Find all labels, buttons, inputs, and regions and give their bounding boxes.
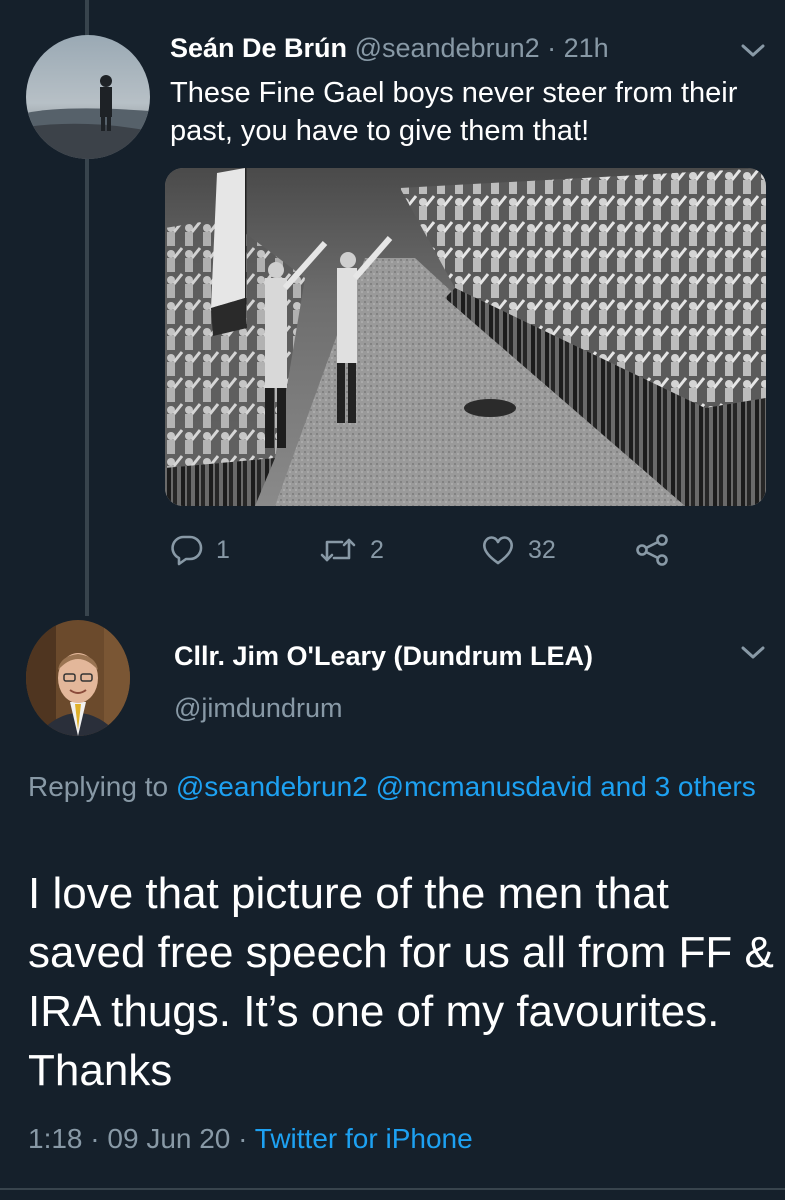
reply-icon [170, 533, 204, 567]
tweet2-separator-1: · [90, 1123, 100, 1154]
retweet-count: 2 [370, 535, 384, 564]
share-icon [634, 533, 670, 567]
reply-button[interactable]: 1 [170, 528, 230, 572]
divider [0, 1188, 785, 1190]
share-button[interactable] [634, 528, 670, 572]
tweet2-separator-2: · [238, 1123, 248, 1154]
tweet1-action-bar: 1 2 32 [170, 528, 730, 572]
thread-line-top [85, 0, 89, 38]
tweet2-author-name[interactable]: Cllr. Jim O'Leary (Dundrum LEA) [174, 638, 593, 674]
like-button[interactable]: 32 [480, 528, 556, 572]
tweet1-author-name[interactable]: Seán De Brún [170, 33, 347, 63]
tweet2-meta: 1:18 · 09 Jun 20 · Twitter for iPhone [28, 1118, 473, 1160]
mention-seandebrun2[interactable]: @seandebrun2 [176, 771, 368, 802]
chevron-down-icon[interactable] [740, 644, 766, 662]
tweet1-media-image[interactable] [165, 168, 766, 506]
tweet2-text: I love that picture of the men that save… [28, 869, 774, 1095]
tweet2-time: 1:18 [28, 1123, 83, 1154]
retweet-icon [318, 533, 358, 567]
replying-and[interactable]: and [600, 771, 647, 802]
mention-mcmanusdavid[interactable]: @mcmanusdavid [376, 771, 593, 802]
reply-count: 1 [216, 535, 230, 564]
tweet2-author-handle[interactable]: @jimdundrum [174, 690, 342, 726]
chevron-down-icon[interactable] [740, 42, 766, 60]
avatar-jimdundrum[interactable] [26, 620, 130, 736]
replying-to-line: Replying to @seandebrun2 @mcmanusdavid a… [28, 766, 768, 808]
tweet2-source-link[interactable]: Twitter for iPhone [255, 1123, 473, 1154]
tweet1-header: Seán De Brún @seandebrun2 · 21h [170, 30, 609, 66]
tweet1-text: These Fine Gael boys never steer from th… [170, 77, 738, 147]
tweet1-separator: · [547, 33, 557, 63]
mention-others-link[interactable]: 3 others [655, 771, 756, 802]
tweet1-author-handle[interactable]: @seandebrun2 [355, 33, 540, 63]
tweet2-date: 09 Jun 20 [107, 1123, 231, 1154]
like-count: 32 [528, 535, 556, 564]
replying-to-label: Replying to [28, 771, 169, 802]
retweet-button[interactable]: 2 [318, 528, 384, 572]
heart-icon [480, 533, 516, 567]
thread-line-connector [85, 158, 89, 616]
avatar-seandebrun2[interactable] [26, 35, 150, 159]
tweet1-time[interactable]: 21h [564, 33, 609, 63]
